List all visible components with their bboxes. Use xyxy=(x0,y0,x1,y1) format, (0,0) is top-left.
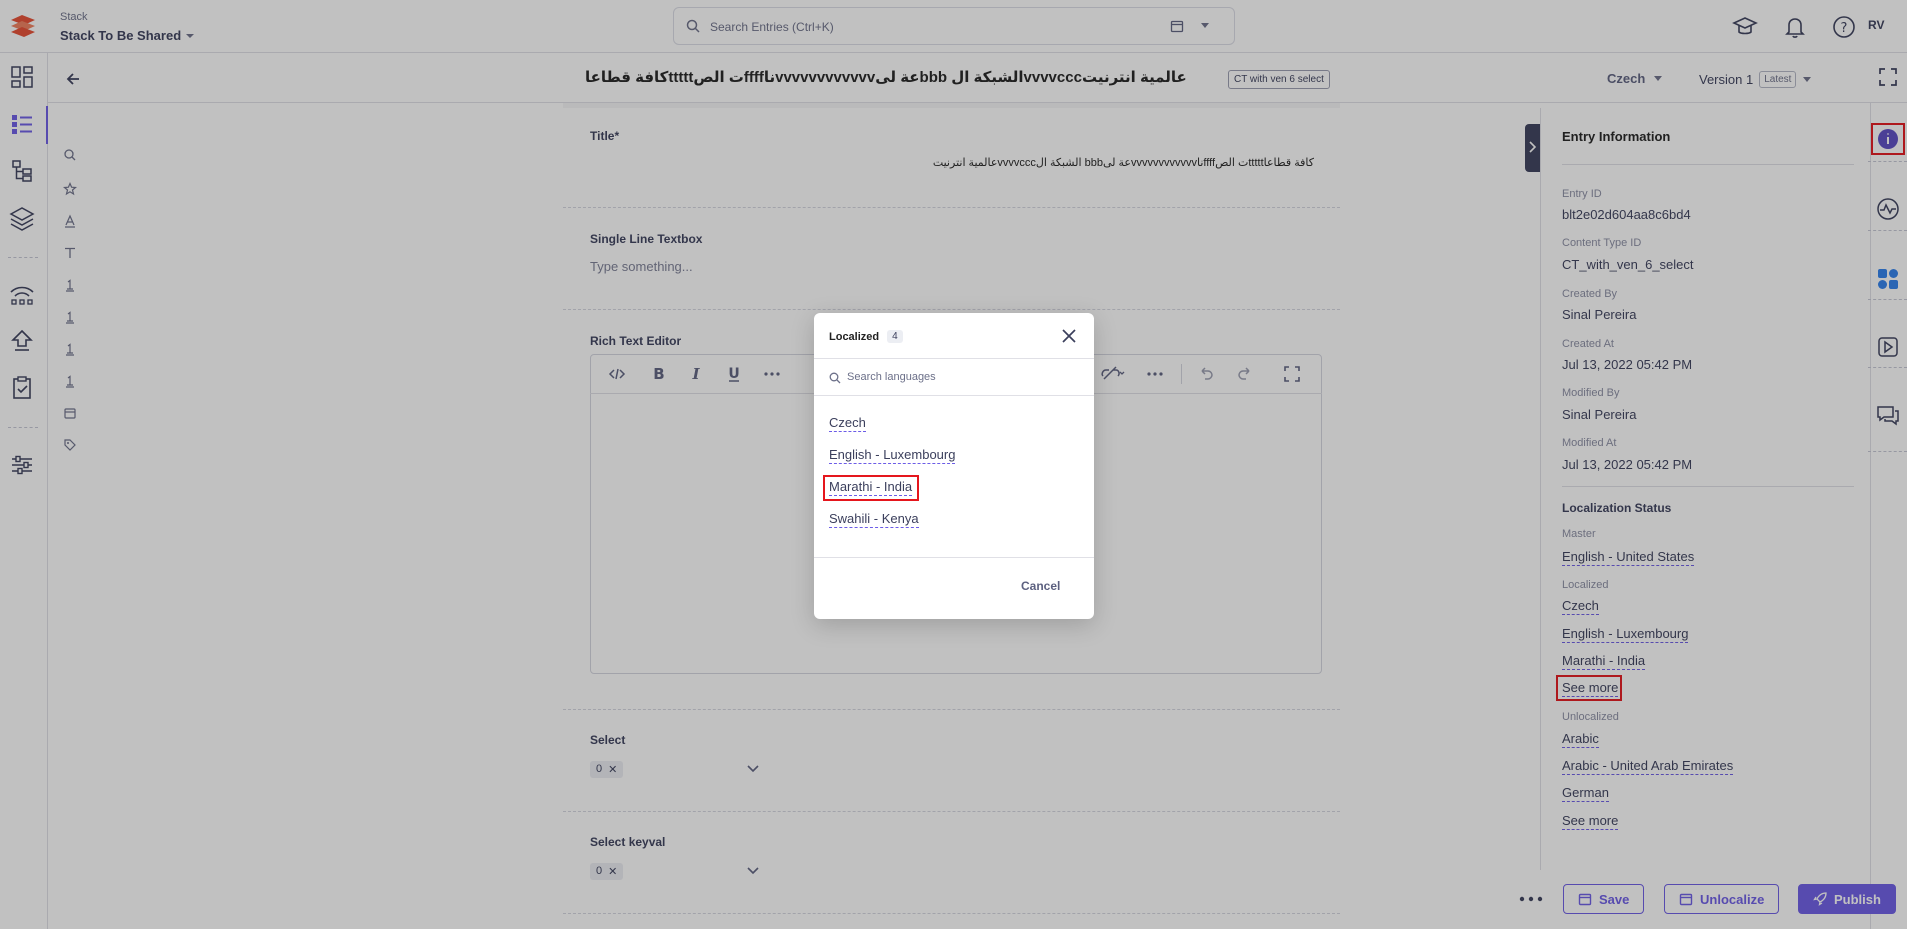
language-item-english-luxembourg[interactable]: English - Luxembourg xyxy=(829,447,956,464)
modal-header: Localized 4 xyxy=(814,313,1094,359)
localized-languages-modal: Localized 4 Search languages Czech Engli… xyxy=(814,313,1094,619)
language-item-czech[interactable]: Czech xyxy=(829,415,866,432)
search-icon xyxy=(829,372,841,384)
modal-footer: Cancel xyxy=(814,557,1094,619)
cancel-button[interactable]: Cancel xyxy=(1021,579,1060,593)
modal-title-text: Localized xyxy=(829,330,880,343)
close-icon[interactable] xyxy=(1060,327,1078,345)
language-search[interactable]: Search languages xyxy=(814,359,1094,396)
localized-count-badge: 4 xyxy=(887,330,903,343)
language-search-input[interactable]: Search languages xyxy=(847,371,936,383)
language-item-swahili-kenya[interactable]: Swahili - Kenya xyxy=(829,511,919,528)
language-item-marathi-india[interactable]: Marathi - India xyxy=(829,479,913,496)
modal-title: Localized 4 xyxy=(829,330,903,343)
